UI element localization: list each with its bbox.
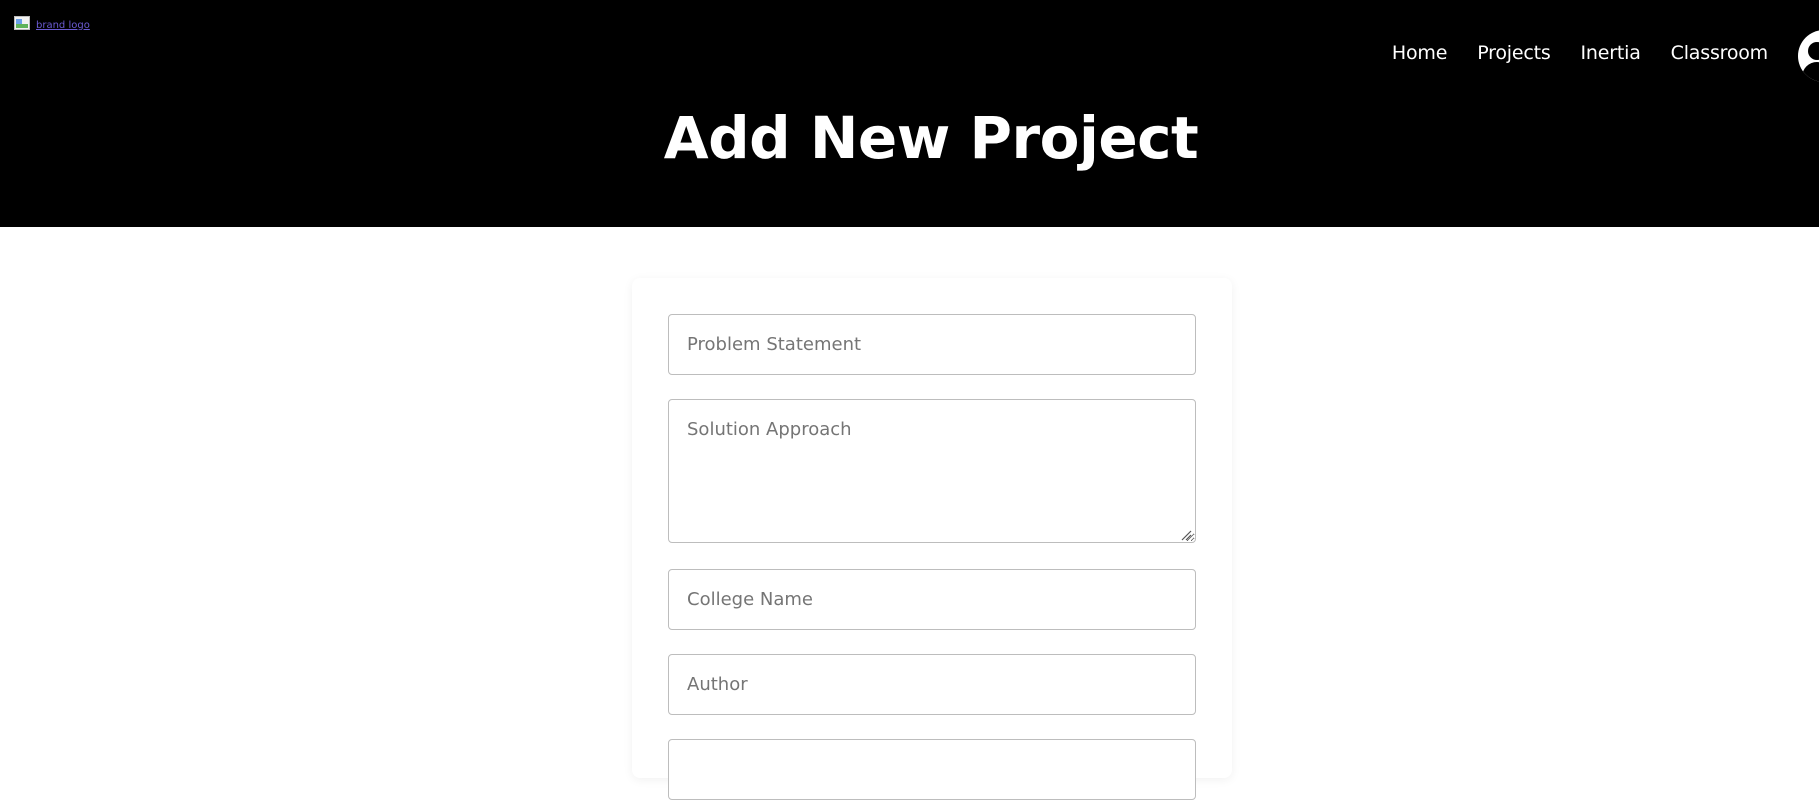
nav-projects[interactable]: Projects — [1477, 42, 1551, 64]
nav-inertia[interactable]: Inertia — [1581, 42, 1641, 64]
page-title: Add New Project — [663, 104, 1199, 172]
next-input-field[interactable] — [668, 739, 1196, 800]
resize-handle-icon[interactable] — [1180, 529, 1192, 541]
user-avatar-icon[interactable] — [1798, 30, 1819, 82]
problem-statement-input[interactable] — [668, 314, 1196, 375]
page-header: brand logo Home Projects Inertia Classro… — [0, 0, 1819, 227]
main-nav: Home Projects Inertia Classroom — [1392, 42, 1768, 64]
author-input[interactable] — [668, 654, 1196, 715]
solution-approach-textarea[interactable] — [668, 399, 1196, 543]
nav-classroom[interactable]: Classroom — [1671, 42, 1769, 64]
nav-home[interactable]: Home — [1392, 42, 1448, 64]
college-name-input[interactable] — [668, 569, 1196, 630]
broken-image-icon — [14, 16, 34, 34]
brand-logo-link[interactable]: brand logo — [14, 16, 90, 34]
brand-logo-alt: brand logo — [36, 19, 90, 31]
